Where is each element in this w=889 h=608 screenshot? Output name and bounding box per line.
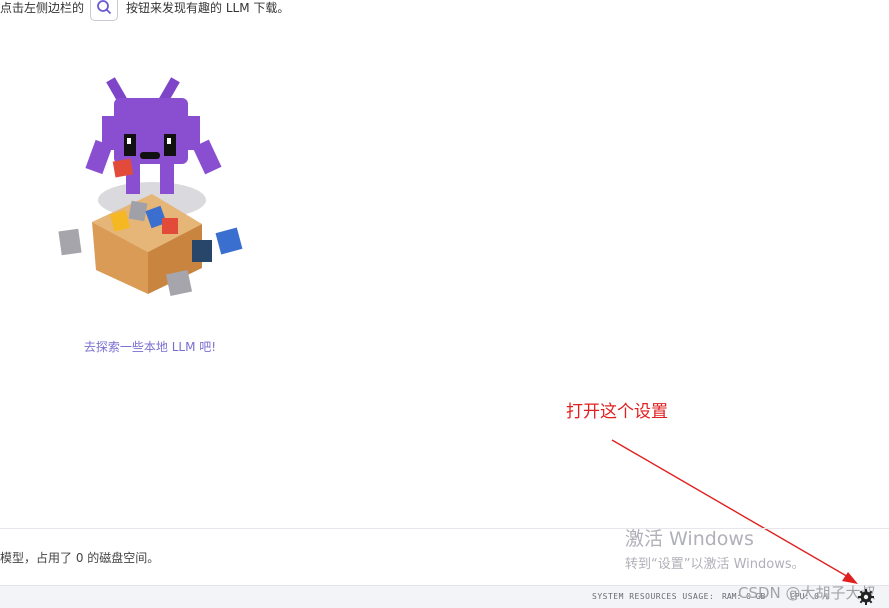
hint-text-before: 点击左侧边栏的 bbox=[0, 0, 85, 15]
windows-activation-watermark: 激活 Windows 转到“设置”以激活 Windows。 bbox=[625, 524, 805, 572]
gear-icon[interactable] bbox=[858, 589, 874, 605]
disk-usage-text: 模型，占用了 0 的磁盘空间。 bbox=[0, 551, 160, 565]
csdn-watermark: CSDN @大胡子大叔 bbox=[738, 584, 876, 602]
hint-text-after: 按钮来发现有趣的 LLM 下载。 bbox=[126, 0, 290, 15]
resources-label: SYSTEM RESOURCES USAGE: bbox=[592, 592, 715, 601]
search-icon bbox=[97, 0, 111, 14]
explore-llm-text: 去探索一些本地 LLM 吧! bbox=[83, 340, 217, 354]
watermark-line2: 转到“设置”以激活 Windows。 bbox=[625, 557, 805, 572]
search-button[interactable] bbox=[90, 0, 119, 21]
watermark-line1: 激活 Windows bbox=[625, 528, 754, 550]
mascot-illustration bbox=[58, 77, 243, 297]
hint-row: 点击左侧边栏的 按钮来发现有趣的 LLM 下载。 bbox=[0, 0, 290, 21]
annotation-label: 打开这个设置 bbox=[566, 402, 668, 422]
